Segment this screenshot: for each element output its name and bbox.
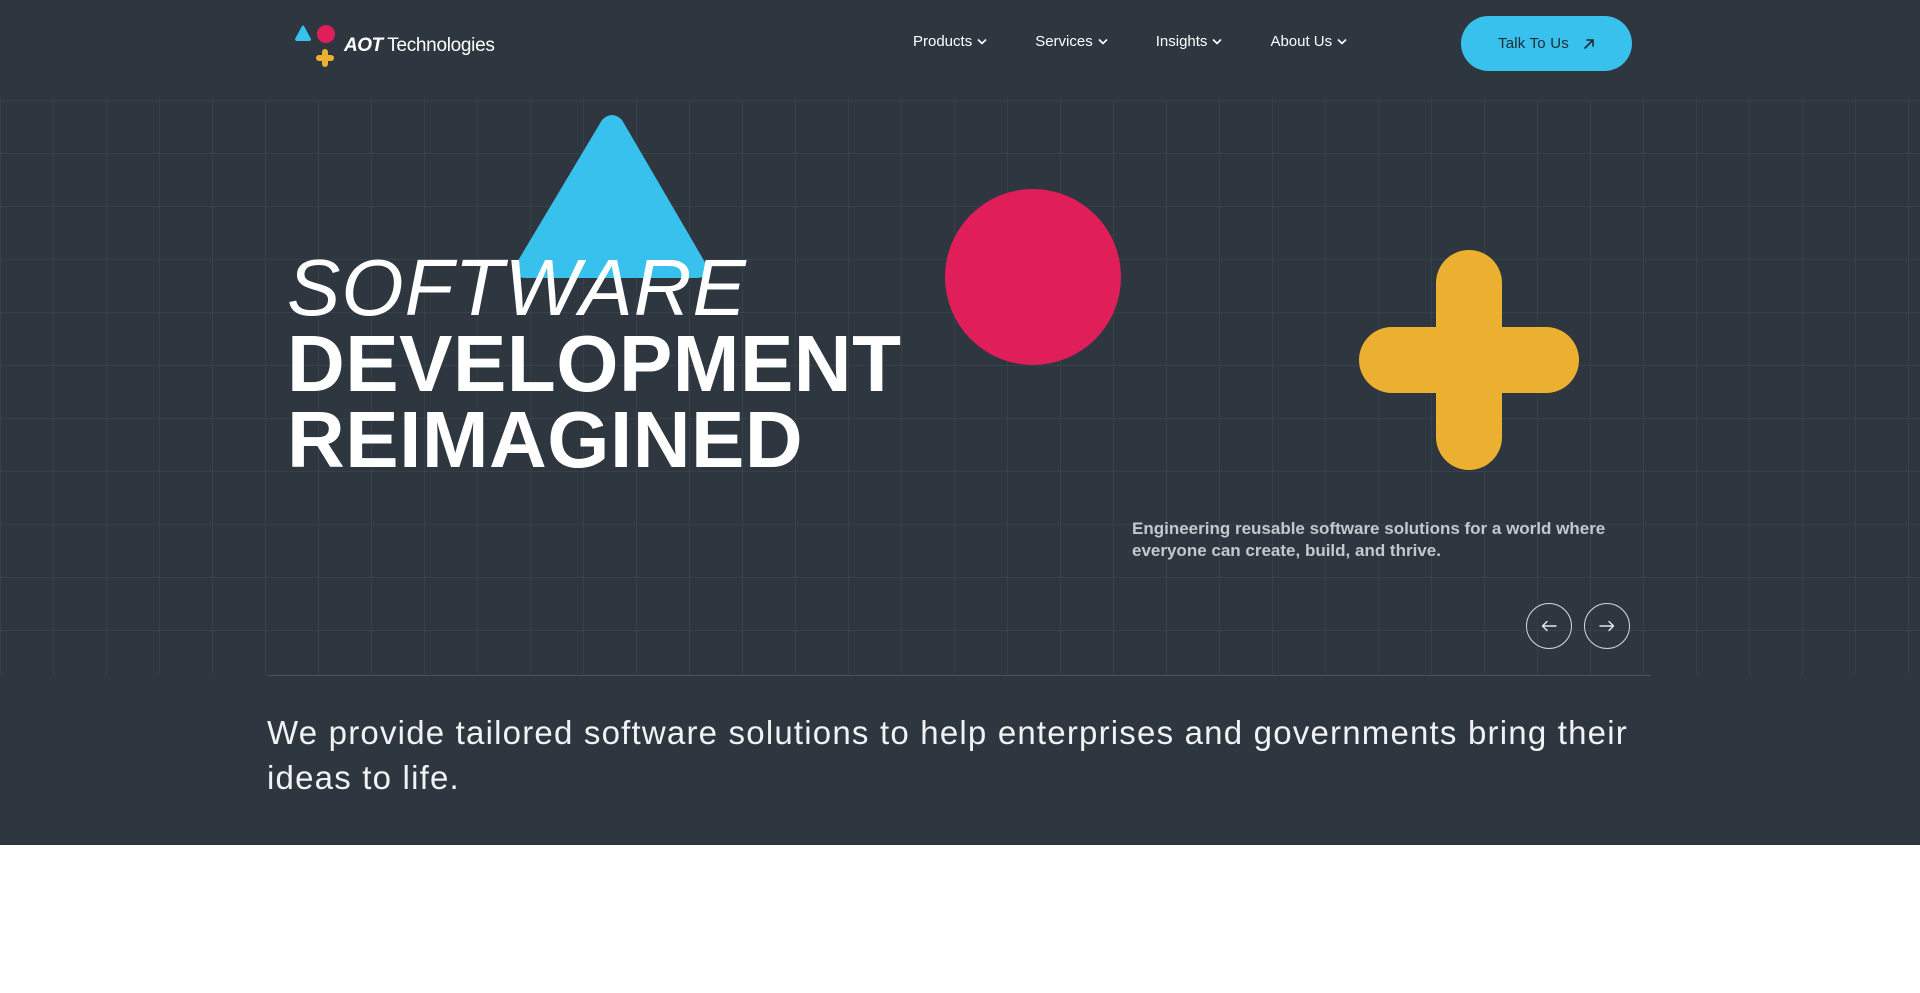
arrow-left-icon [1541,620,1557,632]
carousel-prev-button[interactable] [1526,603,1572,649]
chevron-down-icon [977,38,987,45]
intro-statement: We provide tailored software solutions t… [267,714,1628,796]
arrow-up-right-icon [1584,38,1594,49]
hero-tagline: Engineering reusable software solutions … [1132,519,1606,560]
carousel-next-button[interactable] [1584,603,1630,649]
nav-item-insights[interactable]: Insights [1156,33,1223,50]
pink-circle-shape [945,189,1121,365]
hero-headline: SOFTWARE DEVELOPMENT REIMAGINED [287,243,902,484]
yellow-plus-shape [1359,250,1579,470]
logo-wordmark: AOT Technologies [344,35,495,56]
arrow-right-icon [1599,620,1615,632]
nav-item-label: Products [913,33,973,50]
chevron-down-icon [1337,38,1347,45]
nav-item-products[interactable]: Products [913,33,987,50]
nav-item-services[interactable]: Services [1035,33,1108,50]
talk-to-us-label: Talk To Us [1498,35,1569,52]
chevron-down-icon [1212,38,1223,45]
section-divider [267,675,1651,676]
talk-to-us-button[interactable]: Talk To Us [1461,16,1632,71]
chevron-down-icon [1098,38,1108,45]
hero-section: AOT Technologies Products Services Insig… [0,0,1920,845]
logo-shapes-icon [295,25,335,67]
content-area [0,845,1920,993]
main-nav: Products Services Insights About Us [913,33,1347,50]
nav-item-label: About Us [1270,33,1333,50]
nav-item-about-us[interactable]: About Us [1270,33,1347,50]
nav-item-label: Services [1035,33,1093,50]
headline-line-reimagined: REIMAGINED [287,395,804,484]
company-logo[interactable]: AOT Technologies [292,24,502,68]
headline-line-software: SOFTWARE [287,243,747,332]
headline-line-development: DEVELOPMENT [287,319,902,408]
nav-item-label: Insights [1155,33,1208,50]
